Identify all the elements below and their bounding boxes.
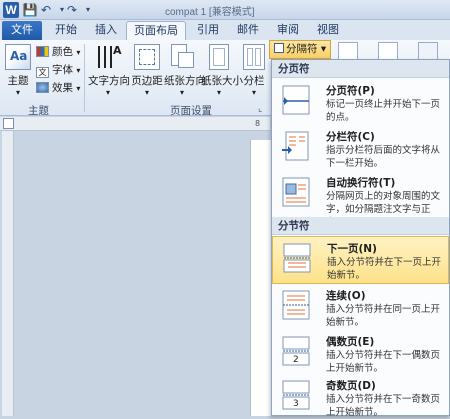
menu-section-section-breaks: 分节符: [272, 217, 449, 235]
odd-page-break-icon: 3: [280, 380, 312, 410]
menu-item-column-break[interactable]: 分栏符(C) 指示分栏符后面的文字将从下一栏开始。: [272, 125, 449, 171]
breaks-icon: [274, 43, 284, 53]
themes-icon: Aa: [5, 44, 31, 70]
text-direction-icon: A: [95, 44, 122, 70]
redo-icon[interactable]: ↷: [64, 2, 80, 18]
menu-item-page-break[interactable]: 分页符(P) 标记一页终止并开始下一页的点。: [272, 79, 449, 125]
effects-icon: [36, 82, 49, 93]
title-bar: W 💾 ↶ ▾ ↷ ▾ compat 1 [兼容模式]: [0, 0, 450, 20]
theme-effects-button[interactable]: 效果 ▾: [36, 80, 80, 95]
svg-text:3: 3: [293, 399, 299, 409]
menu-item-even-page[interactable]: 2 偶数页(E) 插入分节符并在下一偶数页上开始新节。: [272, 330, 449, 374]
theme-fonts-button[interactable]: 文字体 ▾: [36, 62, 80, 78]
next-page-break-icon: [281, 243, 313, 273]
document-page[interactable]: [250, 140, 272, 416]
ribbon-tab-bar: 文件 开始 插入 页面布局 引用 邮件 审阅 视图: [0, 20, 450, 40]
theme-colors-button[interactable]: 颜色 ▾: [36, 44, 80, 59]
tab-file[interactable]: 文件: [2, 21, 42, 40]
page-size-icon: [209, 44, 229, 70]
chevron-down-icon: ▾: [320, 43, 327, 55]
tab-selector-button[interactable]: [3, 118, 14, 129]
menu-item-continuous[interactable]: 连续(O) 插入分节符并在同一页上开始新节。: [272, 284, 449, 330]
dialog-launcher-icon[interactable]: ⌞: [258, 104, 262, 114]
tab-home[interactable]: 开始: [48, 21, 84, 40]
menu-item-text-wrapping-break[interactable]: 自动换行符(T) 分隔网页上的对象周围的文字，如分隔题注文字与正文。: [272, 171, 449, 228]
horizontal-ruler[interactable]: 8: [0, 117, 270, 131]
vertical-ruler[interactable]: [2, 131, 14, 416]
margins-icon: [134, 44, 160, 70]
group-label-page-setup: 页面设置: [170, 105, 212, 117]
group-separator: [84, 44, 85, 112]
menu-item-odd-page[interactable]: 3 奇数页(D) 插入分节符并在下一奇数页上开始新节。: [272, 374, 449, 418]
colors-icon: [36, 46, 49, 57]
orientation-button[interactable]: 纸张方向 ▾: [164, 44, 206, 97]
page-break-icon: [280, 85, 312, 115]
tab-mailings[interactable]: 邮件: [230, 21, 266, 40]
tab-references[interactable]: 引用: [190, 21, 226, 40]
columns-icon: [243, 44, 265, 70]
save-icon[interactable]: 💾: [22, 2, 38, 18]
text-direction-button[interactable]: A 文字方向 ▾: [88, 44, 130, 97]
tab-insert[interactable]: 插入: [88, 21, 124, 40]
svg-text:2: 2: [293, 355, 299, 365]
menu-section-page-breaks: 分页符: [272, 60, 449, 78]
even-page-break-icon: 2: [280, 336, 312, 366]
tab-view[interactable]: 视图: [310, 21, 346, 40]
word-app-icon[interactable]: W: [3, 2, 19, 18]
fonts-icon: 文: [36, 67, 49, 78]
customize-qat-icon[interactable]: ▾: [80, 2, 96, 18]
tab-review[interactable]: 审阅: [270, 21, 306, 40]
text-wrapping-break-icon: [280, 177, 312, 207]
breaks-button[interactable]: 分隔符 ▾: [269, 40, 331, 59]
margins-button[interactable]: 页边距 ▾: [130, 44, 164, 97]
page-size-button[interactable]: 纸张大小 ▾: [201, 44, 243, 97]
menu-item-next-page[interactable]: 下一页(N) 插入分节符并在下一页上开始新节。: [272, 236, 449, 284]
undo-icon[interactable]: ↶: [38, 2, 54, 18]
themes-button[interactable]: Aa 主题 ▾: [4, 44, 32, 97]
orientation-icon: [169, 44, 195, 70]
column-break-icon: [280, 131, 312, 161]
group-label-theme: 主题: [28, 105, 49, 117]
chevron-down-icon: ▾: [15, 88, 20, 97]
document-title: compat 1 [兼容模式]: [165, 7, 255, 18]
tab-page-layout[interactable]: 页面布局: [126, 21, 186, 40]
continuous-break-icon: [280, 290, 312, 320]
breaks-menu: 分页符 分页符(P) 标记一页终止并开始下一页的点。 分栏符(C) 指示分栏符后…: [271, 59, 450, 418]
columns-button[interactable]: 分栏 ▾: [240, 44, 268, 97]
